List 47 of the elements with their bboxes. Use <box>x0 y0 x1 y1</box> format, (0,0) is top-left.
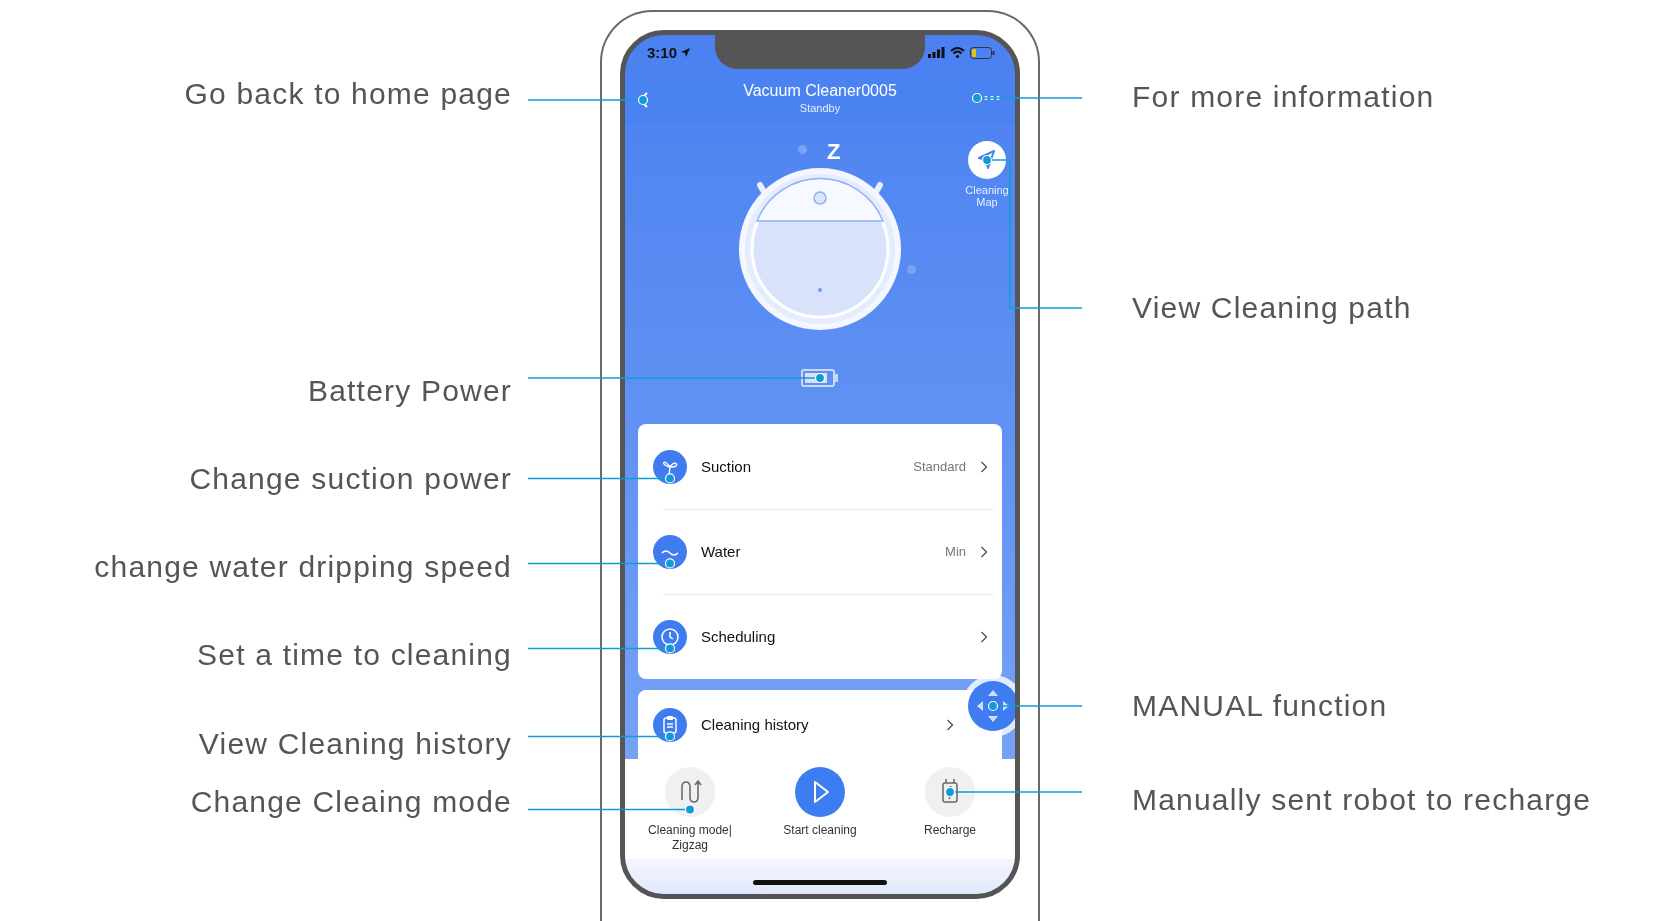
clipboard-icon <box>653 707 687 742</box>
annotation-label: View Cleaning history <box>198 726 512 762</box>
status-time: 3:10 <box>647 44 678 61</box>
chevron-icon <box>980 545 988 558</box>
row-value: Min <box>945 544 966 559</box>
signal-icon <box>928 47 945 58</box>
fan-icon <box>653 449 687 484</box>
settings-row[interactable]: Suction Standard <box>638 424 1002 509</box>
sleep-mark: Z <box>827 139 841 165</box>
annotation-label: change water dripping speed <box>94 549 512 585</box>
chevron-icon <box>980 460 988 473</box>
device-status: Standby <box>799 101 841 114</box>
location-arrow-icon <box>680 47 692 58</box>
chevron-icon <box>980 630 988 643</box>
settings-row[interactable]: Water Min <box>638 509 1002 594</box>
row-label: Suction <box>701 458 753 475</box>
annotation-label: MANUAL function <box>1132 688 1388 724</box>
battery-status-icon <box>970 46 995 59</box>
clock-icon <box>653 619 687 654</box>
mode-button[interactable]: Cleaning mode| Zigzag <box>635 767 745 853</box>
row-label: Scheduling <box>701 628 777 645</box>
wifi-icon <box>950 47 965 58</box>
annotation-label: Change Cleaing mode <box>190 784 512 820</box>
chevron-icon <box>946 718 954 731</box>
annotation-label: View Cleaning path <box>1132 290 1412 326</box>
annotation-label: Go back to home page <box>184 76 512 112</box>
row-value: Standard <box>913 459 966 474</box>
settings-row[interactable]: Scheduling <box>638 594 1002 679</box>
more-icon[interactable] <box>983 95 1001 101</box>
charging-plug-icon <box>925 767 975 817</box>
direction-pad-icon <box>968 681 1015 731</box>
annotation-label: Set a time to cleaning <box>197 637 512 673</box>
history-row[interactable]: Cleaning history <box>638 690 958 759</box>
annotation-label: Manually sent robot to recharge <box>1132 782 1592 818</box>
play-icon <box>795 767 845 817</box>
row-label: Water <box>701 543 742 560</box>
row-label: Cleaning history <box>701 716 810 733</box>
annotation-label: Battery Power <box>308 373 512 409</box>
annotation-label: Change suction power <box>189 461 512 497</box>
wave-icon <box>653 534 687 569</box>
decor-dot <box>907 265 916 274</box>
recharge-button[interactable]: Recharge <box>895 767 1005 838</box>
device-title: Vacuum Cleaner0005 <box>743 81 897 100</box>
decor-dot <box>798 145 807 154</box>
annotation-label: For more information <box>1132 79 1435 115</box>
start-button[interactable]: Start cleaning <box>765 767 875 838</box>
zigzag-path-icon <box>665 767 715 817</box>
